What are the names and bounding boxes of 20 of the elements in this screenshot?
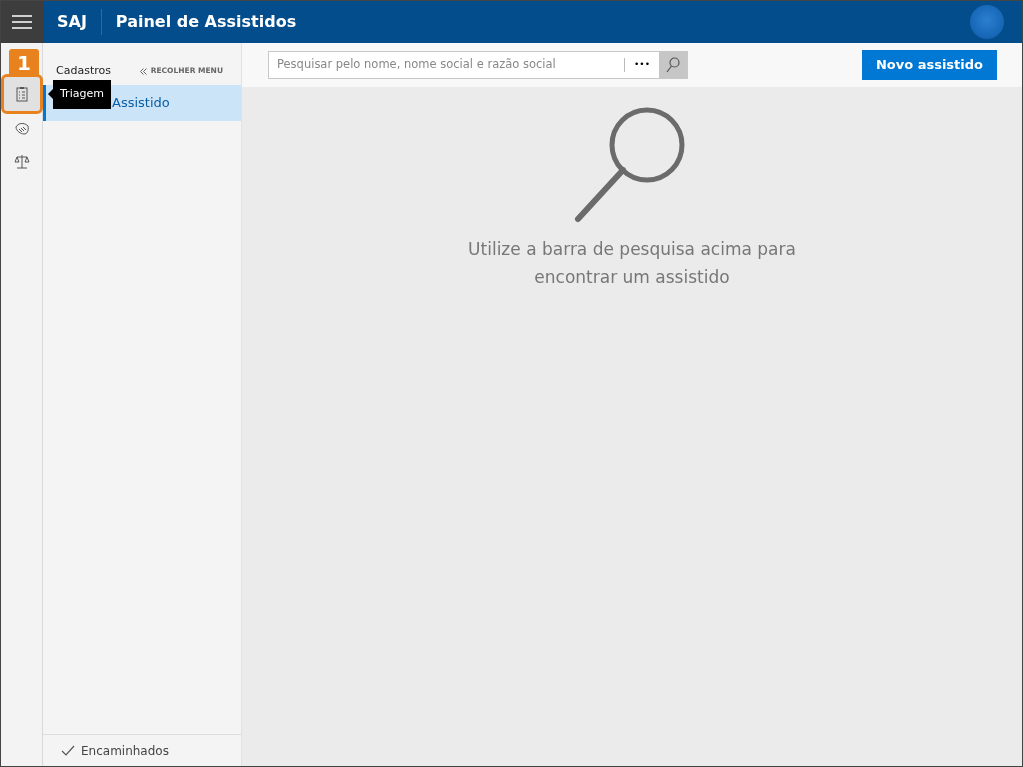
section-title: Cadastros (56, 62, 111, 79)
rail-button[interactable] (3, 77, 40, 111)
page-title: Painel de Assistidos (114, 11, 297, 33)
tooltip: Triagem (53, 80, 111, 109)
search-button[interactable] (659, 52, 687, 78)
scales-icon (13, 154, 30, 170)
search-field[interactable]: Pesquisar pelo nome, nome social e razão social ••• (268, 51, 688, 79)
double-chevron-left-icon (139, 67, 147, 75)
brand-name: SAJ (43, 9, 102, 35)
forwarded-item[interactable]: Encaminhados (43, 734, 241, 766)
menu-icon (12, 15, 32, 29)
search-icon (666, 57, 680, 73)
check-icon (61, 745, 75, 756)
clipboard-icon (13, 86, 30, 102)
forwarded-label: Encaminhados (81, 742, 169, 760)
menu-button[interactable] (1, 1, 43, 43)
empty-state-message: Utilize a barra de pesquisa acima para encontrar um assistido (467, 238, 797, 289)
new-client-button[interactable]: Novo assistido (861, 50, 997, 80)
step-callout: 1 (9, 49, 39, 77)
avatar[interactable] (970, 5, 1004, 39)
